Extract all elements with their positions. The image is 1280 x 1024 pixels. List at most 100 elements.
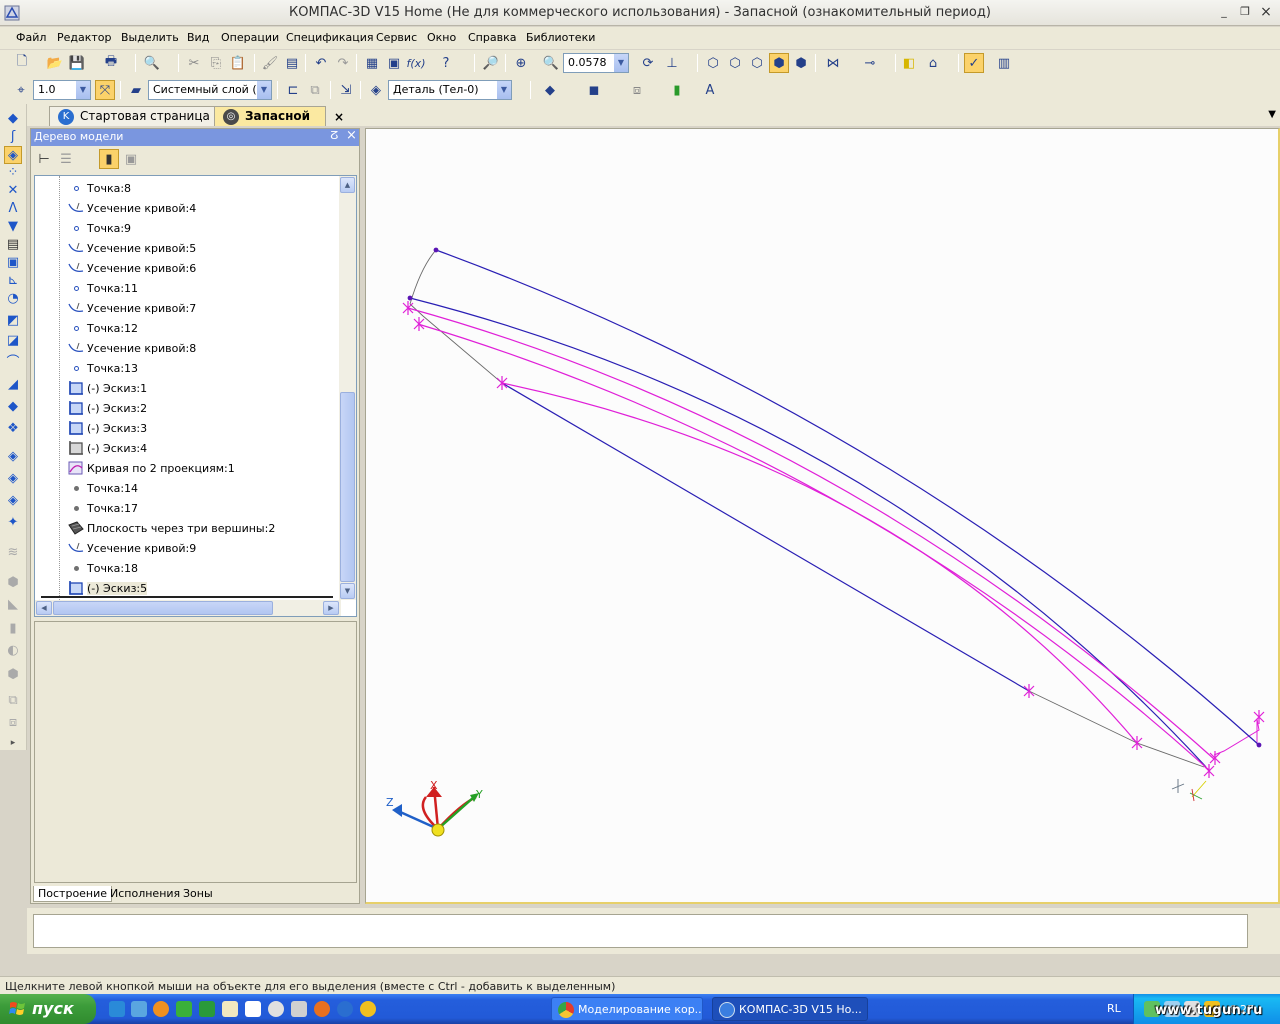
star-marker[interactable] <box>402 301 414 315</box>
text-style-icon[interactable]: A <box>700 80 720 100</box>
menu-help[interactable]: Справка <box>468 31 516 44</box>
menu-service[interactable]: Сервис <box>376 31 417 44</box>
disabled-tool-icon[interactable]: ◣ <box>4 596 22 614</box>
loft-icon[interactable]: ◆ <box>4 398 22 416</box>
zoom-all-icon[interactable]: ⊕ <box>511 53 531 73</box>
shape-tool-icon[interactable]: ✦ <box>4 514 22 532</box>
maximize-button[interactable]: ❐ <box>1238 6 1252 19</box>
print-icon[interactable]: 🖶 <box>101 53 121 73</box>
orientation-icon[interactable]: ⊥ <box>662 53 682 73</box>
close-tab-icon[interactable]: × <box>334 110 344 124</box>
section-icon[interactable]: ⊸ <box>860 53 880 73</box>
curve-point[interactable] <box>433 247 439 253</box>
close-button[interactable]: × <box>1259 5 1273 19</box>
diagnostic-icon[interactable]: ⊾ <box>4 272 22 290</box>
blender-icon[interactable] <box>314 1001 330 1017</box>
grid-tool-icon[interactable]: ◈ <box>4 492 22 510</box>
detail-icon[interactable]: ◈ <box>366 80 386 100</box>
tree-structure-icon[interactable]: ⊢ <box>34 149 54 169</box>
tree-item[interactable]: Точка:18 <box>67 558 138 578</box>
curve-point[interactable] <box>407 295 413 301</box>
tab-versions[interactable]: Исполнения <box>106 886 184 902</box>
firefox-icon[interactable] <box>153 1001 169 1017</box>
tree-item[interactable]: Усечение кривой:8 <box>67 338 196 358</box>
aux-geometry-icon[interactable]: ✕ <box>4 182 22 200</box>
flange-icon[interactable]: ◢ <box>4 376 22 394</box>
filter-icon[interactable]: ▼ <box>4 218 22 236</box>
tree-item[interactable]: (-) Эскиз:4 <box>67 438 147 458</box>
space-curves-icon[interactable]: ◈ <box>4 146 22 164</box>
disabled-tool-icon[interactable]: ≋ <box>4 544 22 562</box>
tab-construction[interactable]: Построение <box>33 886 113 902</box>
redo-icon[interactable]: ↷ <box>333 53 353 73</box>
cursor-step-icon[interactable]: ⌖ <box>11 80 31 100</box>
library-icon[interactable]: ▣ <box>384 53 404 73</box>
tree-vertical-scrollbar[interactable]: ▲ ▼ <box>339 176 356 600</box>
tree-rollback-bar[interactable] <box>41 596 333 598</box>
disabled-tool-icon[interactable]: ⬢ <box>4 574 22 592</box>
manager-icon[interactable]: ▦ <box>362 53 382 73</box>
pen-icon[interactable] <box>291 1001 307 1017</box>
tree-item[interactable]: (-) Эскиз:2 <box>67 398 147 418</box>
tree-item[interactable]: Усечение кривой:5 <box>67 238 196 258</box>
tree-item[interactable]: Точка:11 <box>67 278 138 298</box>
start-button[interactable]: пуск <box>0 994 96 1024</box>
tree-item[interactable]: Точка:12 <box>67 318 138 338</box>
spline-icon[interactable]: ʃ <box>4 128 22 146</box>
shaded-edges-icon[interactable]: ⬢ <box>791 53 811 73</box>
menu-window[interactable]: Окно <box>427 31 456 44</box>
tree-item-selected[interactable]: (-) Эскиз:5 <box>67 578 148 598</box>
tree-item[interactable]: (-) Эскиз:3 <box>67 418 147 438</box>
scroll-left-icon[interactable]: ◀ <box>36 601 52 615</box>
copy-icon[interactable]: ⎘ <box>206 53 226 73</box>
task-browser[interactable]: Моделирование кор... <box>551 997 703 1021</box>
step-combo[interactable]: 1.0 ▼ <box>33 80 91 100</box>
array-icon[interactable]: ❖ <box>4 420 22 438</box>
menu-operations[interactable]: Операции <box>221 31 279 44</box>
expand-arrow-icon[interactable]: ▸ <box>4 734 22 752</box>
parametric-icon[interactable]: ⇲ <box>336 80 356 100</box>
report-icon[interactable]: ▣ <box>4 254 22 272</box>
properties-icon[interactable]: ▤ <box>282 53 302 73</box>
3d-cube-icon[interactable]: ◆ <box>4 110 22 128</box>
highlight-icon[interactable]: ✓ <box>964 53 984 73</box>
menu-libraries[interactable]: Библиотеки <box>526 31 595 44</box>
scroll-thumb[interactable] <box>340 392 355 582</box>
tree-item[interactable]: Точка:8 <box>67 178 131 198</box>
tree-item[interactable]: Усечение кривой:9 <box>67 538 196 558</box>
tree-item[interactable]: Усечение кривой:4 <box>67 198 196 218</box>
undo-icon[interactable]: ↶ <box>311 53 331 73</box>
disabled-tool-icon[interactable]: ◐ <box>4 642 22 660</box>
close-panel-icon[interactable]: × <box>346 128 357 143</box>
scroll-right-icon[interactable]: ▶ <box>323 601 339 615</box>
open-folder-icon[interactable]: 📂 <box>45 53 65 73</box>
filter-icon[interactable]: ⋈ <box>823 53 843 73</box>
tabs-menu-icon[interactable]: ▼ <box>1268 109 1276 120</box>
tree-list-icon[interactable]: ☰ <box>56 149 76 169</box>
assembly-icon[interactable]: ◔ <box>4 290 22 308</box>
menu-select[interactable]: Выделить <box>121 31 179 44</box>
doc-icon[interactable] <box>245 1001 261 1017</box>
color-icon[interactable]: ◼ <box>584 80 604 100</box>
model-graphics[interactable]: X Y Z <box>366 129 1279 903</box>
paste-icon[interactable]: 📋 <box>228 53 248 73</box>
tree-item[interactable]: Точка:17 <box>67 498 138 518</box>
disabled-tool-icon[interactable]: ⬢ <box>4 666 22 684</box>
plane-tool-icon[interactable]: ◈ <box>4 448 22 466</box>
disabled-tool-icon[interactable]: ▮ <box>4 620 22 638</box>
star-marker[interactable] <box>413 317 425 331</box>
task-kompas[interactable]: КОМПАС-3D V15 Ho... <box>712 997 868 1021</box>
hidden-lines-icon[interactable]: ⬡ <box>725 53 745 73</box>
sheet-icon[interactable]: ◪ <box>4 332 22 350</box>
star-marker[interactable] <box>496 376 508 390</box>
tool-icon[interactable] <box>176 1001 192 1017</box>
tree-item[interactable]: Точка:13 <box>67 358 138 378</box>
help-pointer-icon[interactable]: ? <box>436 53 456 73</box>
language-indicator[interactable]: RL <box>1107 1002 1121 1015</box>
menu-specification[interactable]: Спецификация <box>286 31 373 44</box>
shaded-icon[interactable]: ⬢ <box>769 53 789 73</box>
curve-point[interactable] <box>1256 742 1262 748</box>
tree-item[interactable]: Кривая по 2 проекциям:1 <box>67 458 235 478</box>
format-brush-icon[interactable]: 🖌 <box>260 53 280 73</box>
axis-tool-icon[interactable]: ◈ <box>4 470 22 488</box>
